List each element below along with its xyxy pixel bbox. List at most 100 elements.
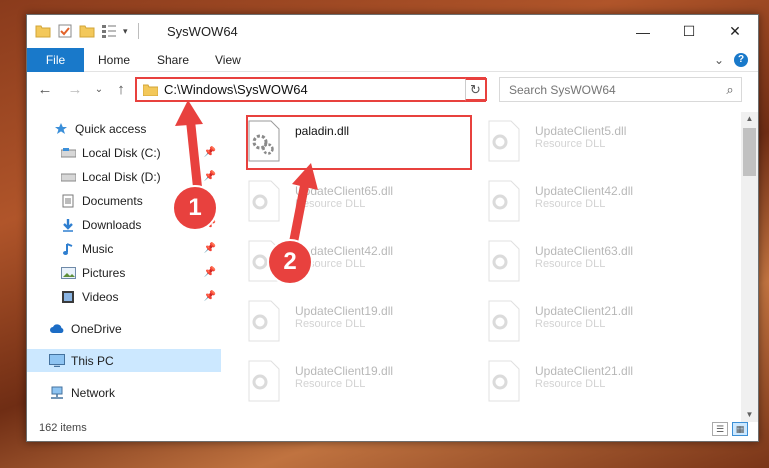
sidebar-item-label: Music [82, 241, 114, 256]
sidebar-item-label: Quick access [75, 121, 147, 136]
back-button[interactable]: ← [35, 79, 55, 99]
scroll-thumb[interactable] [743, 128, 756, 176]
sidebar-item-quick-access[interactable]: Quick access [27, 117, 221, 140]
sidebar-item-this-pc[interactable]: This PC [27, 349, 221, 372]
dll-file-icon [247, 360, 285, 404]
file-type: Resource DLL [295, 198, 366, 210]
address-bar[interactable]: C:\Windows\SysWOW64 ⌄ [135, 77, 486, 102]
sidebar-item-label: Pictures [82, 265, 126, 280]
properties-icon[interactable] [57, 23, 73, 39]
sidebar-item-label: Local Disk (D:) [82, 169, 161, 184]
sidebar-item-label: Local Disk (C:) [82, 145, 161, 160]
sidebar-item-label: Videos [82, 289, 119, 304]
music-icon [60, 242, 76, 256]
sidebar-item-onedrive[interactable]: OneDrive [27, 317, 221, 340]
sidebar-item-label: Network [71, 385, 116, 400]
download-icon [60, 218, 76, 232]
sidebar-item-network[interactable]: Network [27, 381, 221, 404]
dll-file-icon [247, 300, 285, 344]
file-name: UpdateClient5.dll [535, 124, 627, 138]
forward-button[interactable]: → [65, 79, 85, 99]
file-tile-paladin[interactable]: paladin.dll [247, 118, 473, 176]
minimize-button[interactable]: — [620, 15, 666, 48]
monitor-icon [49, 354, 65, 368]
recent-locations-button[interactable]: ⌄ [89, 79, 109, 99]
file-tile[interactable]: UpdateClient63.dll Resource DLL [487, 238, 713, 296]
file-tile[interactable]: UpdateClient19.dll Resource DLL [247, 358, 473, 414]
dll-file-icon [487, 120, 525, 164]
file-tile[interactable]: UpdateClient21.dll Resource DLL [487, 358, 713, 414]
item-count: 162 items [39, 422, 87, 434]
search-input[interactable] [509, 82, 719, 97]
file-tile[interactable]: UpdateClient19.dll Resource DLL [247, 298, 473, 356]
explorer-window: ▾ SysWOW64 — ☐ ✕ File Home Share View ⌄ … [26, 14, 759, 442]
file-type: Resource DLL [535, 258, 606, 270]
title-separator [137, 23, 139, 39]
cloud-icon [49, 322, 65, 336]
view-toggle: ☰ ▦ [712, 422, 748, 436]
close-button[interactable]: ✕ [712, 15, 758, 48]
file-name: UpdateClient19.dll [295, 304, 394, 318]
drive-icon [60, 146, 76, 160]
qat-dropdown-icon[interactable]: ▾ [123, 26, 128, 37]
documents-icon [60, 194, 76, 208]
scroll-up-icon[interactable]: ▲ [741, 112, 758, 126]
drive-icon [60, 170, 76, 184]
file-type: Resource DLL [295, 378, 366, 390]
dll-file-icon [487, 240, 525, 284]
folder-icon[interactable] [35, 23, 51, 39]
sidebar-item-music[interactable]: Music 📌 [27, 237, 221, 260]
tab-view[interactable]: View [215, 48, 241, 72]
navigation-bar: ← → ⌄ ↑ C:\Windows\SysWOW64 ⌄ ↻ ⌕ [27, 75, 758, 105]
tab-share[interactable]: Share [157, 48, 189, 72]
tab-home[interactable]: Home [98, 48, 130, 72]
maximize-button[interactable]: ☐ [666, 15, 712, 48]
search-icon[interactable]: ⌕ [719, 82, 741, 98]
quick-access-toolbar: ▾ [35, 23, 143, 39]
sidebar-item-label: This PC [71, 353, 114, 368]
up-button[interactable]: ↑ [111, 79, 131, 99]
tiles-view-icon[interactable]: ▦ [732, 422, 748, 436]
pin-icon[interactable]: 📌 [204, 243, 216, 254]
file-tile[interactable]: UpdateClient21.dll Resource DLL [487, 298, 713, 356]
status-bar: 162 items ☰ ▦ [27, 417, 758, 441]
file-name: paladin.dll [295, 124, 350, 138]
file-name: UpdateClient65.dll [295, 184, 394, 198]
dll-file-icon [487, 180, 525, 224]
vertical-scrollbar[interactable]: ▲ ▼ [741, 112, 758, 422]
address-path[interactable]: C:\Windows\SysWOW64 [164, 82, 466, 97]
sidebar-item-local-disk-c[interactable]: Local Disk (C:) 📌 [27, 141, 221, 164]
ribbon-tabs: File Home Share View ⌄ ? [27, 48, 758, 72]
search-box[interactable]: ⌕ [499, 77, 742, 102]
dll-file-icon [487, 360, 525, 404]
new-folder-icon[interactable] [79, 23, 95, 39]
sidebar-item-pictures[interactable]: Pictures 📌 [27, 261, 221, 284]
dll-file-icon [247, 180, 285, 224]
details-view-icon[interactable]: ☰ [712, 422, 728, 436]
file-name: UpdateClient19.dll [295, 364, 394, 378]
sidebar-item-label: Documents [82, 193, 143, 208]
pin-icon[interactable]: 📌 [204, 267, 216, 278]
file-name: UpdateClient42.dll [535, 184, 634, 198]
file-type: Resource DLL [535, 378, 606, 390]
sidebar-item-videos[interactable]: Videos 📌 [27, 285, 221, 308]
refresh-button[interactable]: ↻ [465, 78, 487, 101]
pin-icon[interactable]: 📌 [204, 291, 216, 302]
ribbon-right: ⌄ ? [714, 53, 748, 67]
step-2-badge: 2 [267, 239, 313, 285]
file-tile[interactable]: UpdateClient42.dll Resource DLL [487, 178, 713, 236]
network-icon [49, 386, 65, 400]
file-type: Resource DLL [535, 198, 606, 210]
pin-icon[interactable]: 📌 [204, 171, 216, 182]
navigation-pane: Quick access Local Disk (C:) 📌 Local Dis… [27, 112, 221, 414]
expand-ribbon-icon[interactable]: ⌄ [714, 53, 724, 67]
help-icon[interactable]: ? [734, 53, 748, 67]
file-name: UpdateClient21.dll [535, 304, 634, 318]
pin-icon[interactable]: 📌 [204, 147, 216, 158]
customize-icon[interactable] [101, 23, 117, 39]
dll-file-icon [487, 300, 525, 344]
file-tile[interactable]: UpdateClient65.dll Resource DLL [247, 178, 473, 236]
title-bar: ▾ SysWOW64 — ☐ ✕ [27, 15, 758, 48]
tab-file[interactable]: File [27, 48, 84, 72]
file-tile[interactable]: UpdateClient5.dll Resource DLL [487, 118, 713, 176]
